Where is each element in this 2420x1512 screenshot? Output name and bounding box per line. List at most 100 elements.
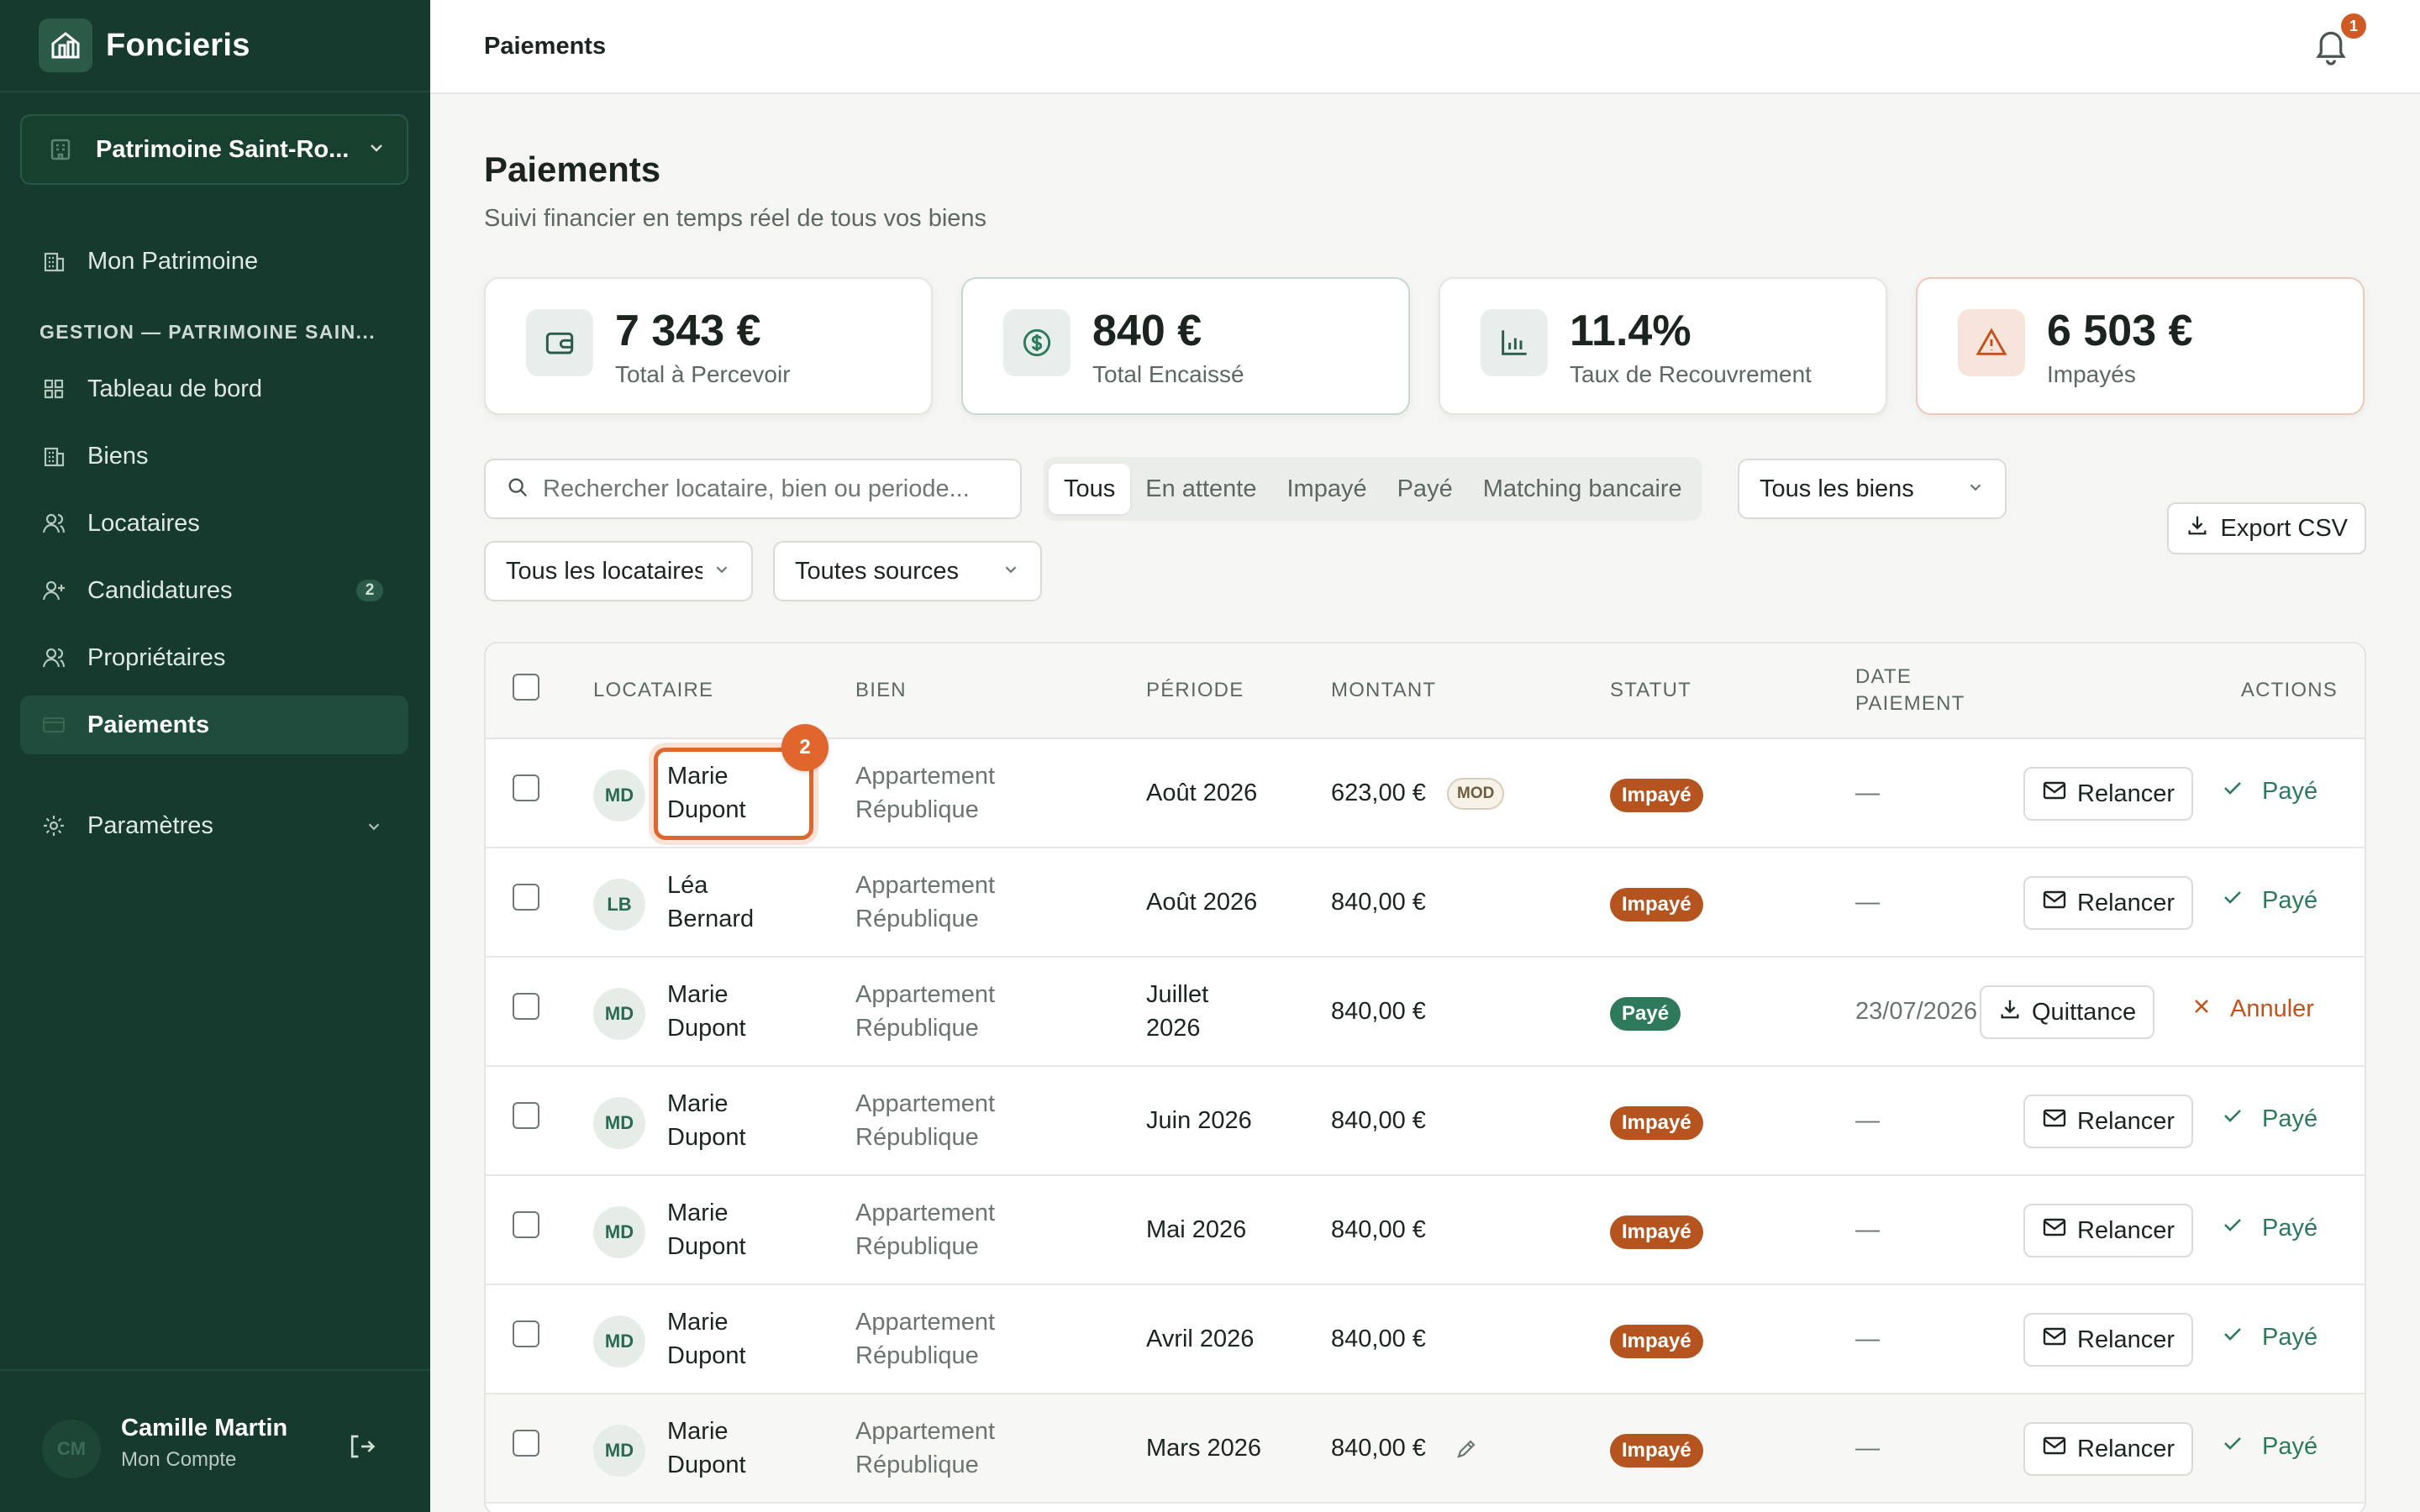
- period: Août 2026: [1146, 889, 1258, 916]
- kpi-value: 6 503 €: [2047, 307, 2193, 355]
- tab-paye[interactable]: Payé: [1382, 464, 1468, 514]
- table-row[interactable]: MD Marie Dupont Appartement République Avr…: [486, 1285, 2365, 1394]
- payment-date: —: [1855, 1435, 1880, 1462]
- tab-impaye[interactable]: Impayé: [1271, 464, 1381, 514]
- user-name: Camille Martin: [121, 1415, 288, 1441]
- mail-icon: [2042, 1107, 2067, 1136]
- kpi-label: Total Encaissé: [1092, 361, 1244, 387]
- table-row[interactable]: MD Marie Dupont Appartement République Mai…: [486, 1176, 2365, 1285]
- header-statut[interactable]: STATUT: [1610, 679, 1691, 702]
- building-icon: [39, 441, 69, 471]
- tenant-name[interactable]: Marie Dupont: [667, 1196, 802, 1263]
- relancer-button[interactable]: Relancer: [2023, 767, 2194, 821]
- select-value: Toutes sources: [795, 557, 960, 585]
- logout-icon[interactable]: [346, 1431, 376, 1466]
- export-csv-button[interactable]: Export CSV: [2166, 502, 2366, 554]
- tenant-name[interactable]: Marie Dupont: [667, 1305, 802, 1373]
- header-date[interactable]: DATE: [1855, 665, 1912, 689]
- locataires-select[interactable]: Tous les locataires: [484, 541, 753, 601]
- nav-tableau-de-bord[interactable]: Tableau de bord: [20, 360, 408, 418]
- mark-paid-link[interactable]: Payé: [2222, 1432, 2317, 1461]
- avatar[interactable]: CM: [42, 1420, 101, 1478]
- mark-paid-link[interactable]: Payé: [2222, 1323, 2317, 1352]
- row-checkbox[interactable]: [513, 884, 539, 911]
- kpi-total-encaisse: 840 € Total Encaissé: [961, 277, 1410, 415]
- relancer-button[interactable]: Relancer: [2023, 1204, 2194, 1257]
- user-panel: CM Camille Martin Mon Compte: [0, 1369, 430, 1512]
- relancer-button[interactable]: Relancer: [2023, 1313, 2194, 1367]
- nav-paiements[interactable]: Paiements: [20, 696, 408, 754]
- sources-select[interactable]: Toutes sources: [773, 541, 1042, 601]
- biens-select[interactable]: Tous les biens: [1738, 459, 2007, 519]
- search-input[interactable]: [543, 475, 997, 503]
- row-checkbox[interactable]: [513, 993, 539, 1020]
- status-badge: Impayé: [1610, 1215, 1703, 1249]
- row-checkbox[interactable]: [513, 1102, 539, 1129]
- mail-icon: [2042, 1326, 2067, 1354]
- nav-proprietaires[interactable]: Propriétaires: [20, 628, 408, 687]
- check-icon: [2222, 1432, 2244, 1461]
- row-checkbox[interactable]: [513, 1211, 539, 1238]
- card-icon: [39, 710, 69, 740]
- nav-label: Locataires: [87, 509, 200, 537]
- users-icon: [39, 508, 69, 538]
- tab-matching-bancaire[interactable]: Matching bancaire: [1468, 464, 1697, 514]
- chevron-down-icon: [1966, 475, 1985, 503]
- table-row[interactable]: LB Léa Bernard Appartement République Août…: [486, 848, 2365, 958]
- row-checkbox[interactable]: [513, 1430, 539, 1457]
- nav-mon-patrimoine[interactable]: Mon Patrimoine: [20, 232, 408, 291]
- nav-label: Mon Patrimoine: [87, 247, 259, 275]
- relancer-button[interactable]: Relancer: [2023, 876, 2194, 930]
- tenant-name[interactable]: Léa Bernard: [667, 869, 802, 936]
- row-checkbox[interactable]: [513, 774, 539, 801]
- header-locataire[interactable]: LOCATAIRE: [593, 679, 713, 702]
- dashboard-icon: [39, 374, 69, 404]
- dollar-circle-icon: [1003, 309, 1071, 376]
- nav-locataires[interactable]: Locataires: [20, 494, 408, 553]
- avatar: MD: [593, 769, 645, 822]
- table-row[interactable]: MD Marie Dupont Appartement République Mar…: [486, 1394, 2365, 1504]
- kpi-label: Impayés: [2047, 361, 2136, 387]
- mark-paid-link[interactable]: Payé: [2222, 886, 2317, 915]
- brand[interactable]: Foncieris: [0, 0, 430, 92]
- export-label: Export CSV: [2220, 514, 2349, 542]
- header-bien[interactable]: BIEN: [855, 679, 907, 702]
- check-icon: [2222, 1105, 2244, 1133]
- download-icon: [2186, 513, 2209, 543]
- tab-tous[interactable]: Tous: [1049, 464, 1131, 514]
- nav-parametres[interactable]: Paramètres: [20, 796, 408, 855]
- cancel-payment-link[interactable]: Annuler: [2191, 995, 2314, 1023]
- nav-biens[interactable]: Biens: [20, 427, 408, 486]
- relancer-button[interactable]: Relancer: [2023, 1422, 2194, 1476]
- table-row[interactable]: MD Marie Dupont Appartement République Jui…: [486, 958, 2365, 1067]
- nav-label: Propriétaires: [87, 643, 226, 671]
- payment-date: —: [1855, 780, 1880, 806]
- status-badge: Impayé: [1610, 1434, 1703, 1467]
- mark-paid-link[interactable]: Payé: [2222, 1105, 2317, 1133]
- tab-en-attente[interactable]: En attente: [1130, 464, 1271, 514]
- table-row[interactable]: MD Marie Dupont Appartement République Jui…: [486, 1067, 2365, 1176]
- mark-paid-link[interactable]: Payé: [2222, 777, 2317, 806]
- select-all-checkbox[interactable]: [513, 674, 539, 701]
- mark-paid-link[interactable]: Payé: [2222, 1214, 2317, 1242]
- user-account-link[interactable]: Mon Compte: [121, 1448, 236, 1472]
- tenant-name[interactable]: Marie Dupont: [667, 1415, 802, 1482]
- check-icon: [2222, 1214, 2244, 1242]
- workspace-switcher[interactable]: Patrimoine Saint-Ro...: [20, 114, 408, 185]
- header-periode[interactable]: PÉRIODE: [1146, 679, 1244, 702]
- relancer-button[interactable]: Relancer: [2023, 1095, 2194, 1148]
- period: Mars 2026: [1146, 1435, 1262, 1462]
- nav-candidatures[interactable]: Candidatures 2: [20, 561, 408, 620]
- search-box: [484, 459, 1022, 519]
- status-badge: Impayé: [1610, 888, 1703, 921]
- amount: 840,00 €: [1331, 1326, 1426, 1352]
- row-checkbox[interactable]: [513, 1320, 539, 1347]
- header-montant[interactable]: MONTANT: [1331, 679, 1436, 702]
- status-badge: Payé: [1610, 997, 1681, 1031]
- tenant-name[interactable]: Marie Dupont: [667, 978, 802, 1045]
- tenant-name[interactable]: Marie Dupont: [667, 1087, 802, 1154]
- nav-label: Tableau de bord: [87, 375, 262, 402]
- payment-date: —: [1855, 1326, 1880, 1352]
- pencil-icon[interactable]: [1454, 1436, 1479, 1466]
- quittance-button[interactable]: Quittance: [1980, 985, 2155, 1039]
